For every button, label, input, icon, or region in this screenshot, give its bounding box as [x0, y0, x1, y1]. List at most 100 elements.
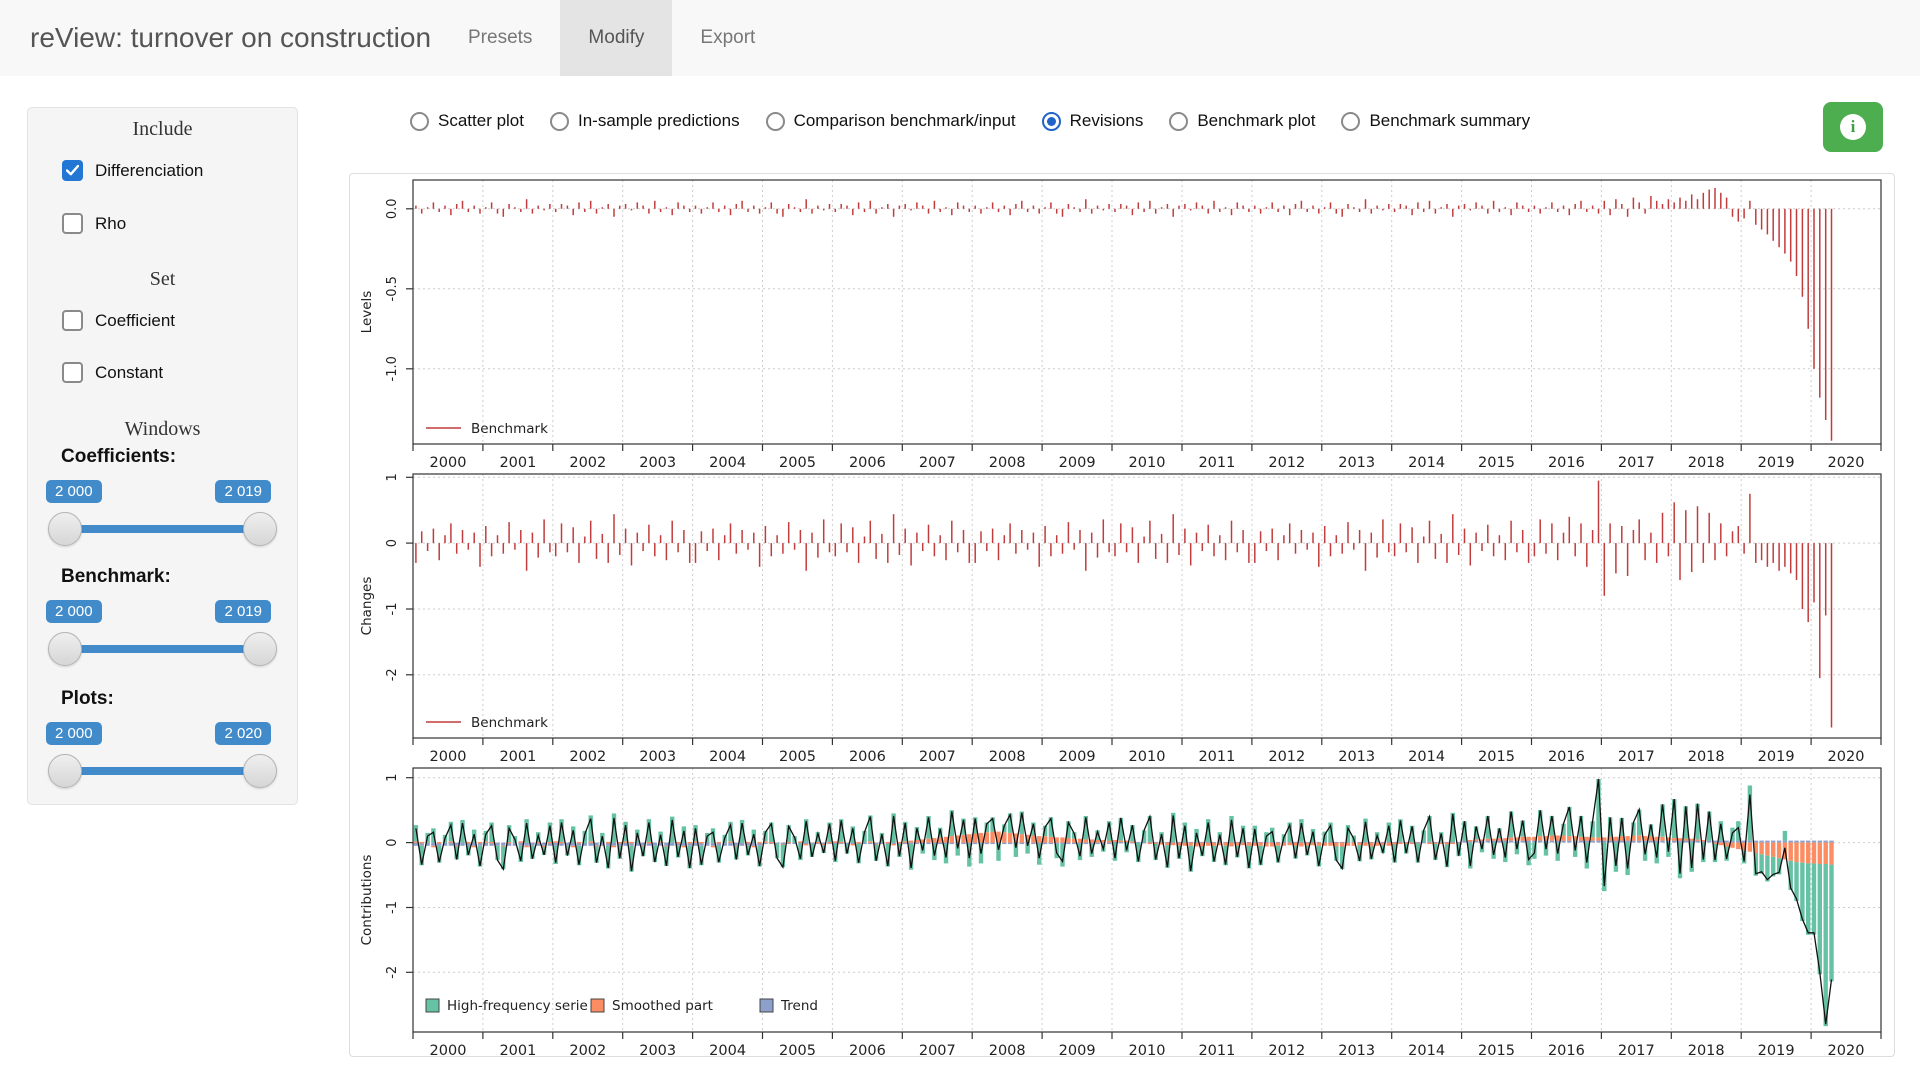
svg-text:High-frequency serie: High-frequency serie [447, 998, 588, 1014]
svg-text:2005: 2005 [779, 1043, 816, 1056]
app-header: reView: turnover on construction Presets… [0, 0, 1920, 76]
checkbox-constant[interactable]: Constant [62, 362, 163, 383]
radio-revisions-label: Revisions [1070, 111, 1144, 131]
levels-chart: 2000200120022003200420052006200720082009… [350, 174, 1890, 468]
checkbox-differenciation[interactable]: Differenciation [62, 160, 203, 181]
radio-scatter-plot-circle[interactable] [410, 112, 429, 131]
svg-text:2002: 2002 [569, 455, 606, 468]
svg-text:2011: 2011 [1198, 455, 1235, 468]
svg-text:2011: 2011 [1198, 1043, 1235, 1056]
radio-benchmark-plot[interactable]: Benchmark plot [1169, 111, 1315, 131]
svg-text:2018: 2018 [1688, 749, 1725, 762]
svg-text:2018: 2018 [1688, 455, 1725, 468]
radio-benchmark-summary-circle[interactable] [1341, 112, 1360, 131]
checkbox-rho[interactable]: Rho [62, 213, 126, 234]
svg-text:2015: 2015 [1478, 1043, 1515, 1056]
slider-plots: Plots: 2 000 2 020 [28, 688, 297, 800]
svg-text:2009: 2009 [1059, 1043, 1096, 1056]
checkbox-constant-box[interactable] [62, 362, 83, 383]
svg-text:2017: 2017 [1618, 749, 1655, 762]
svg-text:2009: 2009 [1059, 455, 1096, 468]
tab-export[interactable]: Export [672, 0, 783, 76]
svg-text:2014: 2014 [1408, 749, 1445, 762]
svg-text:2012: 2012 [1268, 1043, 1305, 1056]
svg-text:Benchmark: Benchmark [471, 715, 548, 731]
radio-benchmark-plot-circle[interactable] [1169, 112, 1188, 131]
radio-revisions[interactable]: Revisions [1042, 111, 1144, 131]
windows-heading: Windows [28, 418, 297, 441]
checkbox-rho-label: Rho [95, 214, 126, 234]
svg-text:2012: 2012 [1268, 749, 1305, 762]
radio-comparison-benchmark-input[interactable]: Comparison benchmark/input [766, 111, 1016, 131]
svg-text:0: 0 [385, 539, 400, 547]
radio-revisions-circle[interactable] [1042, 112, 1061, 131]
svg-text:2019: 2019 [1758, 455, 1795, 468]
svg-text:2016: 2016 [1548, 455, 1585, 468]
checkbox-differenciation-label: Differenciation [95, 161, 203, 181]
svg-text:2012: 2012 [1268, 455, 1305, 468]
slider-benchmark-handle-from[interactable] [48, 632, 82, 666]
svg-text:2020: 2020 [1828, 1043, 1865, 1056]
svg-text:2004: 2004 [709, 749, 746, 762]
check-icon [66, 165, 79, 176]
checkbox-coefficient-label: Coefficient [95, 311, 175, 331]
svg-text:2003: 2003 [639, 749, 676, 762]
checkbox-rho-box[interactable] [62, 213, 83, 234]
radio-scatter-plot-label: Scatter plot [438, 111, 524, 131]
svg-text:2001: 2001 [499, 1043, 536, 1056]
slider-coefficients-handle-to[interactable] [243, 512, 277, 546]
svg-text:2019: 2019 [1758, 749, 1795, 762]
slider-coefficients-handle-from[interactable] [48, 512, 82, 546]
svg-text:2009: 2009 [1059, 749, 1096, 762]
svg-text:2010: 2010 [1129, 1043, 1166, 1056]
svg-text:-2: -2 [385, 966, 400, 979]
slider-coefficients-label: Coefficients: [61, 446, 176, 468]
svg-text:-1.0: -1.0 [385, 356, 400, 381]
slider-plots-to-value: 2 020 [215, 722, 271, 745]
slider-benchmark-label: Benchmark: [61, 566, 171, 588]
app-title: reView: turnover on construction [30, 0, 431, 76]
tab-modify[interactable]: Modify [560, 0, 672, 76]
plot-type-radio-group: Scatter plot In-sample predictions Compa… [410, 103, 1530, 139]
svg-text:Benchmark: Benchmark [471, 421, 548, 437]
slider-benchmark-to-value: 2 019 [215, 600, 271, 623]
radio-benchmark-plot-label: Benchmark plot [1197, 111, 1315, 131]
svg-text:2007: 2007 [919, 1043, 956, 1056]
slider-plots-from-value: 2 000 [46, 722, 102, 745]
slider-benchmark-track[interactable] [64, 645, 261, 653]
svg-text:2008: 2008 [989, 455, 1026, 468]
radio-comparison-benchmark-input-circle[interactable] [766, 112, 785, 131]
svg-text:1: 1 [385, 774, 400, 782]
svg-text:2013: 2013 [1338, 455, 1375, 468]
svg-text:2007: 2007 [919, 455, 956, 468]
svg-text:2020: 2020 [1828, 455, 1865, 468]
slider-plots-handle-from[interactable] [48, 754, 82, 788]
slider-plots-track[interactable] [64, 767, 261, 775]
controls-sidebar: Include Differenciation Rho Set Coeffici… [27, 107, 298, 805]
svg-text:2000: 2000 [430, 455, 467, 468]
slider-plots-handle-to[interactable] [243, 754, 277, 788]
svg-text:2007: 2007 [919, 749, 956, 762]
svg-text:0.0: 0.0 [385, 198, 400, 219]
slider-coefficients-track[interactable] [64, 525, 261, 533]
slider-benchmark-handle-to[interactable] [243, 632, 277, 666]
checkbox-coefficient-box[interactable] [62, 310, 83, 331]
checkbox-constant-label: Constant [95, 363, 163, 383]
svg-text:2008: 2008 [989, 1043, 1026, 1056]
info-button[interactable]: i [1823, 102, 1883, 152]
svg-text:Smoothed part: Smoothed part [612, 998, 713, 1014]
checkbox-coefficient[interactable]: Coefficient [62, 310, 175, 331]
tab-presets[interactable]: Presets [440, 0, 560, 76]
svg-text:-1: -1 [385, 603, 400, 616]
checkbox-differenciation-box[interactable] [62, 160, 83, 181]
svg-text:-1: -1 [385, 901, 400, 914]
svg-text:Changes: Changes [359, 577, 375, 636]
svg-text:2003: 2003 [639, 1043, 676, 1056]
radio-in-sample-predictions-circle[interactable] [550, 112, 569, 131]
radio-in-sample-predictions[interactable]: In-sample predictions [550, 111, 740, 131]
svg-text:2006: 2006 [849, 749, 886, 762]
radio-benchmark-summary-label: Benchmark summary [1369, 111, 1530, 131]
radio-benchmark-summary[interactable]: Benchmark summary [1341, 111, 1530, 131]
radio-scatter-plot[interactable]: Scatter plot [410, 111, 524, 131]
svg-text:2006: 2006 [849, 1043, 886, 1056]
